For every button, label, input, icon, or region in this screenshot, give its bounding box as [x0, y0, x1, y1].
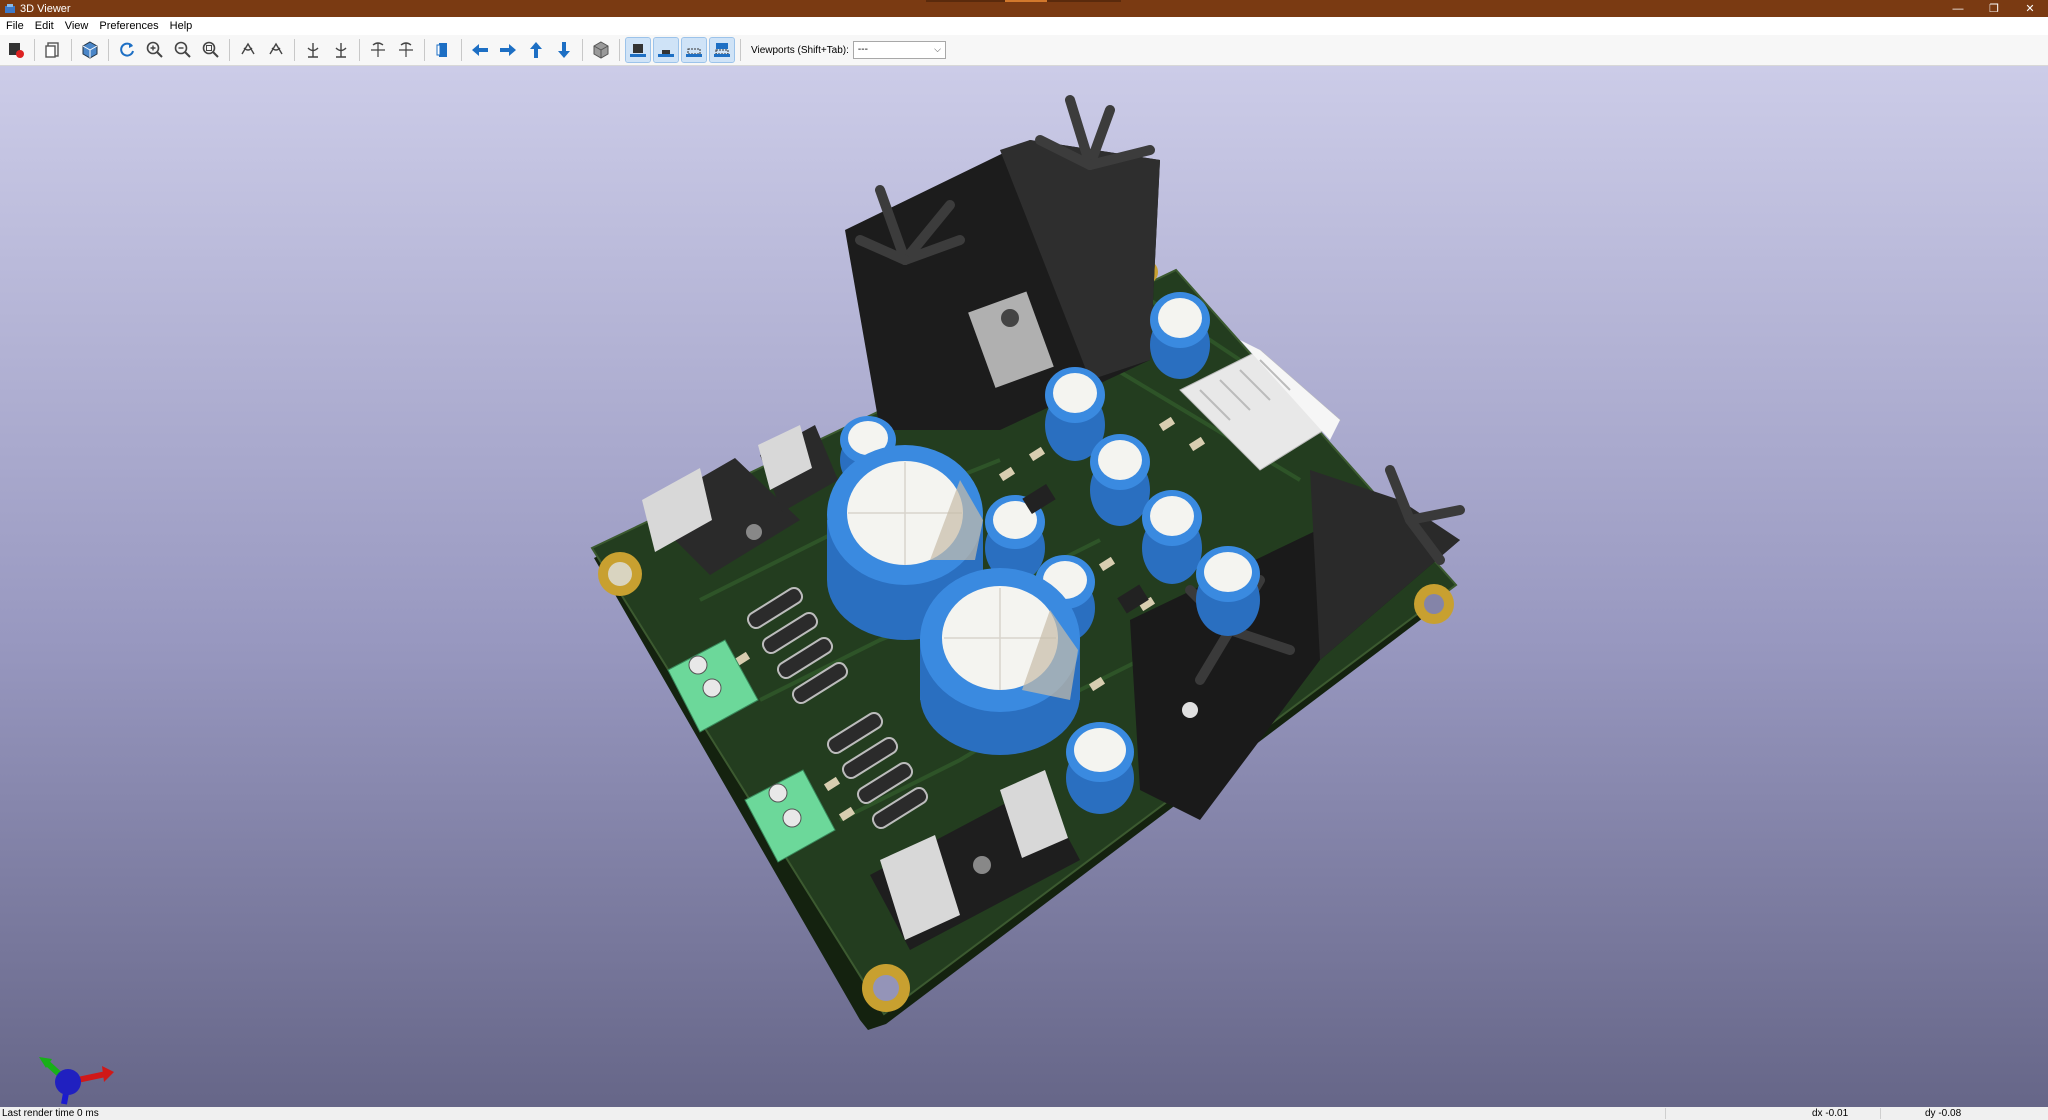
menu-help[interactable]: Help — [164, 20, 198, 32]
show-smd-icon — [658, 50, 674, 57]
menu-edit[interactable]: Edit — [29, 20, 59, 32]
zoom-in-button[interactable] — [143, 38, 167, 62]
reload-button[interactable] — [115, 38, 139, 62]
menu-file[interactable]: File — [0, 20, 29, 32]
rotate-x-cw-button[interactable] — [236, 38, 260, 62]
rotate-y-cw-button[interactable] — [301, 38, 325, 62]
show-virtual-button[interactable] — [681, 37, 707, 63]
dx-readout: dx -0.01 — [1812, 1108, 1849, 1119]
show-not-in-posfile-icon — [714, 43, 730, 57]
flip-board-button[interactable] — [431, 38, 455, 62]
pan-down-icon — [558, 42, 570, 58]
zoom-fit-button[interactable] — [199, 38, 223, 62]
display-options-button[interactable] — [78, 38, 102, 62]
pan-left-button[interactable] — [468, 38, 492, 62]
rotate-z-ccw-icon — [399, 42, 413, 57]
pan-right-icon — [500, 44, 516, 56]
app-icon — [5, 3, 15, 13]
minimize-button[interactable]: — — [1940, 0, 1976, 17]
ortho-toggle-icon — [593, 41, 609, 59]
status-bar: Last render time 0 ms dx -0.01 dy -0.08 — [0, 1107, 2048, 1120]
render-raytracing-icon — [9, 43, 24, 58]
dy-readout: dy -0.08 — [1925, 1108, 1962, 1119]
display-options-icon — [82, 41, 98, 59]
reload-icon — [120, 42, 134, 57]
title-accent — [926, 0, 1121, 2]
toolbar-separator — [34, 39, 35, 61]
window-title: 3D Viewer — [20, 2, 71, 15]
show-tht-button[interactable] — [625, 37, 651, 63]
pan-left-icon — [472, 44, 488, 56]
show-not-in-posfile-button[interactable] — [709, 37, 735, 63]
render-time-text: Last render time 0 ms — [2, 1108, 99, 1119]
rotate-x-cw-icon — [241, 42, 255, 55]
copy-image-button[interactable] — [41, 38, 65, 62]
chevron-down-icon: ⌵ — [934, 44, 941, 54]
menu-view[interactable]: View — [59, 20, 94, 32]
toolbar: Viewports (Shift+Tab): --- ⌵ — [0, 35, 2048, 66]
pan-down-button[interactable] — [552, 38, 576, 62]
3d-canvas[interactable] — [0, 66, 2048, 1107]
status-divider — [1880, 1108, 1881, 1119]
pan-up-button[interactable] — [524, 38, 548, 62]
rotate-x-ccw-button[interactable] — [264, 38, 288, 62]
zoom-fit-icon — [202, 41, 219, 58]
show-smd-button[interactable] — [653, 37, 679, 63]
render-raytracing-button[interactable] — [4, 38, 28, 62]
pan-up-icon — [530, 42, 542, 58]
axis-gizmo — [39, 1057, 114, 1105]
viewports-select[interactable]: --- ⌵ — [852, 41, 946, 59]
viewports-label: Viewports (Shift+Tab): — [751, 44, 849, 56]
zoom-in-icon — [146, 41, 163, 58]
rotate-x-ccw-icon — [269, 42, 283, 55]
zoom-out-button[interactable] — [171, 38, 195, 62]
pcb-3d-render — [590, 95, 1465, 1030]
rotate-z-cw-button[interactable] — [366, 38, 390, 62]
ortho-toggle-button[interactable] — [589, 38, 613, 62]
restore-button[interactable]: ❐ — [1976, 0, 2012, 17]
viewports-select-value: --- — [857, 44, 868, 55]
menu-bar: File Edit View Preferences Help — [0, 17, 2048, 35]
zoom-out-icon — [174, 41, 191, 58]
rotate-y-ccw-icon — [335, 43, 347, 58]
rotate-z-ccw-button[interactable] — [394, 38, 418, 62]
pan-right-button[interactable] — [496, 38, 520, 62]
close-button[interactable]: ✕ — [2012, 0, 2048, 17]
menu-preferences[interactable]: Preferences — [93, 20, 163, 32]
title-bar: 3D Viewer — ❐ ✕ — [0, 0, 2048, 17]
rotate-z-cw-icon — [371, 42, 385, 57]
flip-board-icon — [436, 43, 447, 57]
show-virtual-icon — [686, 48, 702, 57]
copy-image-icon — [45, 42, 59, 58]
status-divider — [1665, 1108, 1666, 1119]
rotate-y-cw-icon — [307, 43, 319, 58]
rotate-y-ccw-button[interactable] — [329, 38, 353, 62]
show-tht-icon — [630, 44, 646, 57]
